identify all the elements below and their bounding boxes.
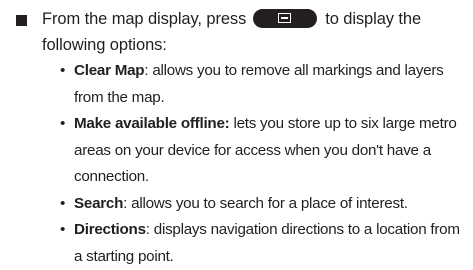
list-item-search: • Search: allows you to search for a plac… xyxy=(60,191,470,218)
option-separator: : xyxy=(123,194,128,212)
menu-key-icon xyxy=(252,9,317,28)
square-bullet-icon xyxy=(16,15,27,26)
list-item-make-available-offline: • Make available offline: lets you store … xyxy=(60,111,470,191)
bullet-dot: • xyxy=(60,194,66,212)
intro-text-before: From the map display, press xyxy=(42,10,247,28)
option-separator: : xyxy=(145,221,150,238)
menu-glyph-icon xyxy=(277,13,291,23)
option-term: Search xyxy=(74,194,124,212)
option-separator: : xyxy=(144,62,149,79)
option-term: Make available offline: xyxy=(74,115,230,132)
bullet-dot: • xyxy=(60,221,66,238)
option-term: Directions xyxy=(74,221,146,238)
options-list: • Clear Map: allows you to remove all mar… xyxy=(60,58,470,270)
option-description: allows you to search for a place of inte… xyxy=(131,194,408,212)
intro-paragraph: From the map display, press to display t… xyxy=(42,6,467,58)
option-term: Clear Map xyxy=(74,62,145,79)
list-item-directions: • Directions: displays navigation directi… xyxy=(60,217,470,270)
list-item-clear-map: • Clear Map: allows you to remove all mar… xyxy=(60,58,470,111)
bullet-dot: • xyxy=(60,62,66,79)
bullet-dot: • xyxy=(60,115,66,132)
